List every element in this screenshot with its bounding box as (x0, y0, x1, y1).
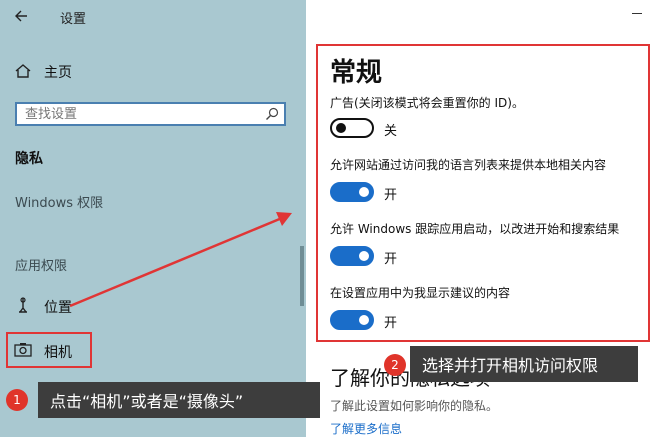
sidebar: 设置 主页 隐私 Windows 权限 应用权限 位置 相机 (0, 0, 306, 437)
setting-label-suggested-content: 在设置应用中为我显示建议的内容 (330, 286, 511, 300)
home-icon (15, 64, 31, 78)
step-2-badge: 2 (384, 354, 406, 376)
general-heading: 常规 (330, 58, 383, 88)
back-arrow-icon[interactable] (12, 6, 32, 26)
window-title: 设置 (60, 12, 87, 27)
toggle-knob (359, 187, 369, 197)
setting-label-ads: 广告(关闭该模式将会重置你的 ID)。 (330, 96, 524, 110)
toggle-suggested-content[interactable] (330, 310, 374, 330)
setting-label-app-launch-tracking: 允许 Windows 跟踪应用启动，以改进开始和搜索结果 (330, 222, 620, 236)
learn-more-link[interactable]: 了解更多信息 (330, 420, 402, 437)
search-icon[interactable] (264, 106, 280, 122)
sidebar-item-camera[interactable]: 相机 (6, 332, 92, 368)
toggle-state-suggested-content: 开 (384, 316, 398, 331)
sidebar-item-home[interactable]: 主页 (44, 62, 72, 82)
location-icon (19, 297, 27, 313)
privacy-options-description: 了解此设置如何影响你的隐私。 (330, 399, 499, 413)
toggle-state-language-list: 开 (384, 188, 398, 203)
callout-step-2: 选择并打开相机访问权限 (410, 346, 638, 382)
privacy-heading: 隐私 (15, 151, 43, 167)
app-permissions-heading: 应用权限 (15, 259, 68, 274)
toggle-knob (336, 123, 346, 133)
toggle-state-ads: 关 (384, 124, 398, 139)
sidebar-item-location[interactable]: 位置 (44, 297, 72, 317)
toggle-app-launch-tracking[interactable] (330, 246, 374, 266)
setting-label-language-list: 允许网站通过访问我的语言列表来提供本地相关内容 (330, 158, 607, 172)
toggle-knob (359, 251, 369, 261)
sidebar-scrollbar[interactable] (300, 246, 304, 306)
callout-step-1: 点击“相机”或者是“摄像头” (38, 382, 320, 418)
toggle-language-list[interactable] (330, 182, 374, 202)
minimize-icon[interactable] (632, 13, 642, 14)
sidebar-item-camera-label: 相机 (44, 345, 72, 361)
search-input[interactable] (17, 104, 265, 124)
windows-permissions-heading: Windows 权限 (15, 196, 104, 211)
toggle-ads[interactable] (330, 118, 374, 138)
search-box[interactable] (15, 102, 286, 126)
toggle-knob (359, 315, 369, 325)
camera-icon (14, 343, 32, 357)
step-1-badge: 1 (6, 389, 28, 411)
toggle-state-app-launch-tracking: 开 (384, 252, 398, 267)
